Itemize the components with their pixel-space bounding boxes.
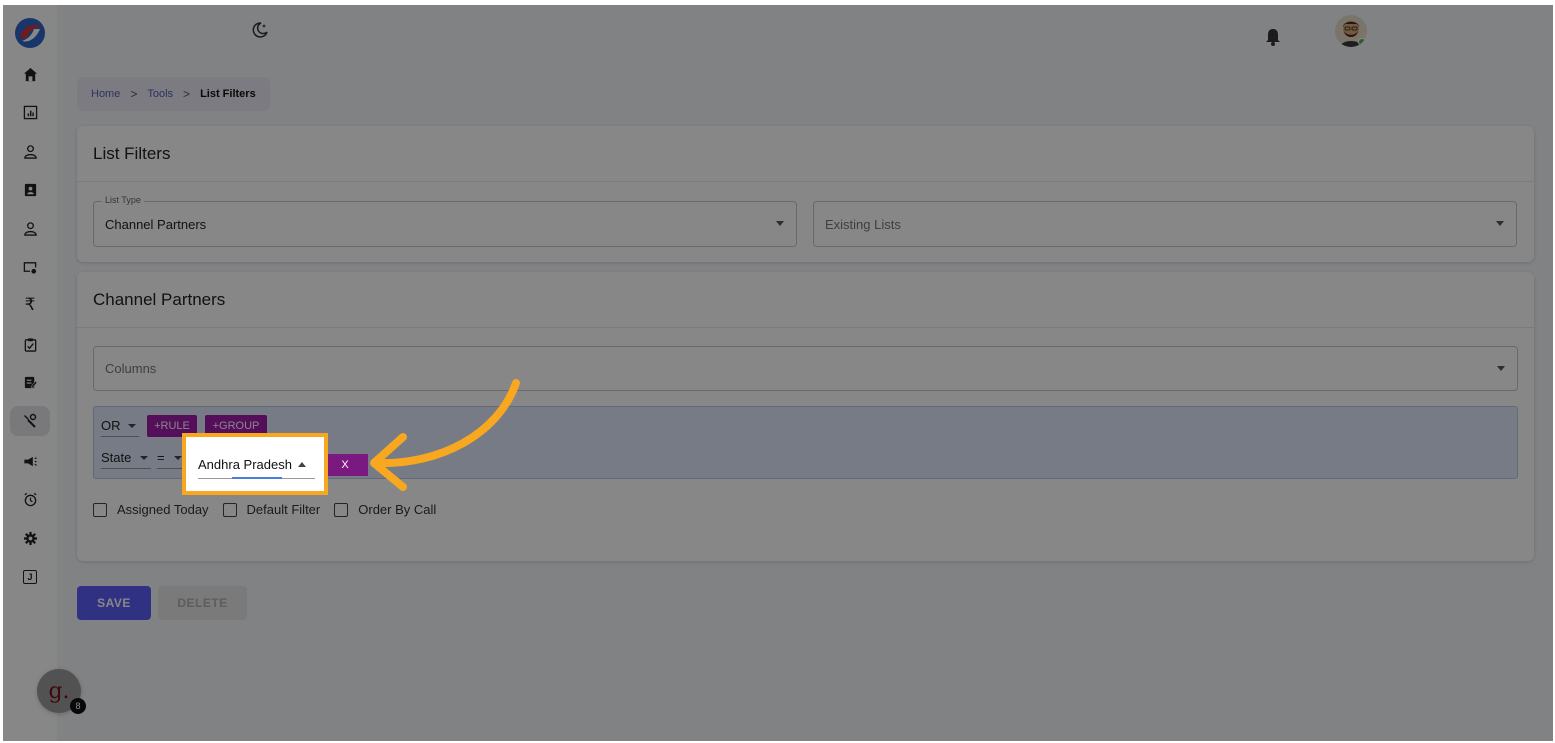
nav-j[interactable]: J [14,562,46,592]
breadcrumb-separator: > [130,87,138,101]
highlighted-value-select: Andhra Pradesh [182,433,328,495]
nav-home[interactable] [14,59,46,89]
list-type-label: List Type [102,195,144,205]
combinator-select[interactable]: OR [101,415,139,437]
chevron-up-icon [297,462,306,467]
sidebar: ₹ J [3,5,57,741]
rule-field-value: State [101,450,132,465]
app-logo[interactable] [14,17,46,49]
columns-select[interactable]: Columns [93,346,1518,391]
dashboard-icon [23,105,37,119]
alarm-clock-icon [23,492,37,506]
user-avatar[interactable] [1335,15,1367,47]
rule-value-select[interactable]: Andhra Pradesh [198,452,310,476]
rule-operator-value: = [157,450,165,465]
breadcrumb-home[interactable]: Home [91,88,120,100]
breadcrumb-separator: > [183,87,191,101]
rule-value: Andhra Pradesh [198,456,292,472]
top-bar [57,5,1553,63]
home-icon [23,67,37,81]
checkbox-label: Default Filter [246,502,321,517]
nav-dashboard[interactable] [14,97,46,127]
list-type-value: Channel Partners [105,216,207,232]
default-filter-checkbox[interactable]: Default Filter [222,502,321,517]
chevron-down-icon [776,221,784,226]
app-window: ₹ J Home > Tools > List Filters List Fil… [3,5,1553,741]
clipboard-check-icon [24,337,36,352]
nav-campaigns[interactable] [14,446,46,476]
list-filters-card: List Filters List Type Channel Partners … [77,126,1534,262]
monitor-settings-icon [23,261,37,274]
person-icon [23,221,37,236]
checkbox-box [334,502,349,517]
checkbox-box [222,502,237,517]
channel-partners-title: Channel Partners [77,272,1534,328]
tools-icon [24,413,37,428]
edit-document-icon [24,376,37,389]
checkbox-box [93,502,107,517]
chevron-down-icon [128,424,136,428]
list-type-select[interactable]: List Type Channel Partners [93,195,797,247]
nav-reminders[interactable] [14,484,46,514]
breadcrumb: Home > Tools > List Filters [77,77,270,111]
chevron-down-icon [140,456,148,460]
nav-tools[interactable] [10,406,50,436]
j-square-icon: J [23,570,37,584]
tutorial-arrow-icon [370,379,520,491]
select-focus-underline [232,477,282,479]
chevron-down-icon [174,456,182,460]
assigned-today-checkbox[interactable]: Assigned Today [93,502,209,517]
breadcrumb-tools[interactable]: Tools [147,88,173,100]
save-button[interactable]: SAVE [77,586,151,620]
nav-settings[interactable] [14,523,46,553]
list-filters-title: List Filters [77,126,1534,182]
nav-contacts[interactable] [14,174,46,204]
checkbox-label: Assigned Today [117,502,209,517]
nav-payments[interactable]: ₹ [14,290,46,320]
dark-mode-toggle-icon[interactable] [250,20,270,40]
columns-placeholder: Columns [105,361,157,376]
existing-lists-placeholder: Existing Lists [825,216,901,232]
rupee-icon: ₹ [24,295,36,314]
nav-edit[interactable] [14,367,46,397]
channel-partners-card: Channel Partners Columns OR +RULE +GROUP… [77,272,1534,561]
contact-card-icon [24,183,36,196]
existing-lists-select[interactable]: Existing Lists [813,201,1517,247]
nav-monitor[interactable] [14,252,46,282]
nav-tasks[interactable] [14,329,46,359]
delete-button[interactable]: DELETE [158,586,247,620]
nav-user[interactable] [14,136,46,166]
chevron-down-icon [1497,366,1505,371]
rule-field-select[interactable]: State [101,447,151,469]
online-status-dot [1358,38,1366,46]
rule-operator-select[interactable]: = [157,447,185,469]
gear-icon [23,531,37,545]
user-icon [23,144,37,159]
notification-bell-icon[interactable] [1263,27,1283,47]
megaphone-icon [24,456,37,466]
combinator-value: OR [101,418,121,433]
chat-widget-letter: g. [48,678,70,704]
chat-unread-badge: 8 [70,698,86,714]
breadcrumb-current: List Filters [200,88,256,100]
chevron-down-icon [1496,221,1504,226]
nav-person[interactable] [14,213,46,243]
